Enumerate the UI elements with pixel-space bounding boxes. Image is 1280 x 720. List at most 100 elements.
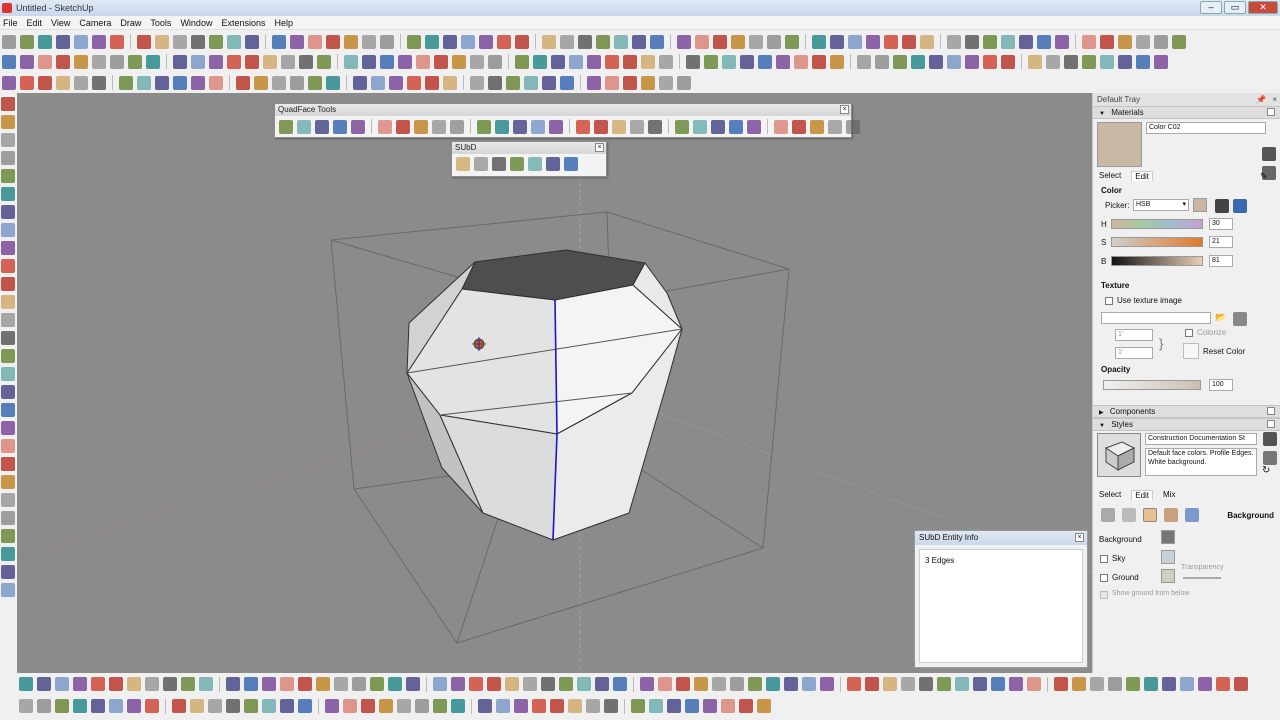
tool-icon[interactable] [388, 677, 402, 691]
tool-icon[interactable] [298, 677, 312, 691]
tool-icon[interactable] [1, 331, 15, 345]
subd-toolbar-header[interactable]: SUbD × [452, 142, 606, 154]
menu-view[interactable]: View [48, 18, 76, 28]
tool-icon[interactable] [722, 54, 736, 69]
tool-icon[interactable] [560, 34, 574, 49]
tool-icon[interactable] [92, 75, 106, 90]
browse-folder-icon[interactable]: 📂 [1215, 312, 1226, 323]
tool-icon[interactable] [443, 75, 457, 90]
tool-icon[interactable] [362, 34, 376, 49]
tool-icon[interactable] [675, 119, 689, 134]
tool-icon[interactable] [550, 699, 564, 713]
tool-icon[interactable] [470, 54, 484, 69]
tool-icon[interactable] [262, 699, 276, 713]
tool-icon[interactable] [1, 133, 15, 147]
tool-icon[interactable] [650, 34, 664, 49]
tool-icon[interactable] [587, 75, 601, 90]
tool-icon[interactable] [542, 75, 556, 90]
tool-icon[interactable] [612, 119, 626, 134]
tool-icon[interactable] [370, 677, 384, 691]
tool-icon[interactable] [414, 119, 428, 134]
tool-icon[interactable] [416, 54, 430, 69]
sky-checkbox[interactable] [1100, 555, 1108, 563]
tool-icon[interactable] [559, 677, 573, 691]
brightness-value-field[interactable]: 81 [1209, 255, 1233, 267]
tool-icon[interactable] [415, 699, 429, 713]
ground-color-swatch[interactable] [1161, 569, 1175, 583]
tool-icon[interactable] [533, 54, 547, 69]
tool-icon[interactable] [729, 119, 743, 134]
tool-icon[interactable] [604, 699, 618, 713]
tool-icon[interactable] [658, 677, 672, 691]
tool-icon[interactable] [1082, 54, 1096, 69]
tool-icon[interactable] [325, 699, 339, 713]
tool-icon[interactable] [407, 75, 421, 90]
tool-icon[interactable] [965, 34, 979, 49]
tool-icon[interactable] [209, 75, 223, 90]
tool-icon[interactable] [1064, 54, 1078, 69]
menu-window[interactable]: Window [177, 18, 218, 28]
tool-icon[interactable] [576, 119, 590, 134]
tool-icon[interactable] [1, 457, 15, 471]
tool-icon[interactable] [351, 119, 365, 134]
tool-icon[interactable] [209, 54, 223, 69]
menu-edit[interactable]: Edit [24, 18, 49, 28]
tool-icon[interactable] [290, 75, 304, 90]
tool-icon[interactable] [434, 54, 448, 69]
tool-icon[interactable] [173, 75, 187, 90]
tool-icon[interactable] [1, 223, 15, 237]
tool-icon[interactable] [848, 34, 862, 49]
tool-icon[interactable] [280, 699, 294, 713]
tool-icon[interactable] [569, 54, 583, 69]
sample-paint-icon[interactable]: ✎ [1260, 171, 1268, 182]
aspect-lock-icon[interactable]: } [1159, 336, 1163, 351]
tool-icon[interactable] [1, 151, 15, 165]
reset-color-label[interactable]: Reset Color [1203, 347, 1245, 356]
quadface-toolbar-header[interactable]: QuadFace Tools × [275, 104, 851, 116]
pin-icon[interactable]: 📌 [1256, 93, 1266, 106]
tool-icon[interactable] [1162, 677, 1176, 691]
tool-icon[interactable] [425, 34, 439, 49]
tool-icon[interactable] [531, 119, 545, 134]
picker-select[interactable]: HSB ▾ [1133, 199, 1189, 211]
modeling-settings-icon[interactable] [1185, 508, 1199, 522]
tool-icon[interactable] [469, 677, 483, 691]
tool-icon[interactable] [830, 34, 844, 49]
tool-icon[interactable] [279, 119, 293, 134]
tool-icon[interactable] [326, 75, 340, 90]
style-name-field[interactable]: Construction Documentation St [1145, 433, 1257, 445]
tool-icon[interactable] [587, 54, 601, 69]
brightness-slider[interactable] [1111, 256, 1203, 266]
tool-icon[interactable] [865, 677, 879, 691]
tool-icon[interactable] [315, 119, 329, 134]
tool-icon[interactable] [937, 677, 951, 691]
texture-width-field[interactable]: 1' [1115, 329, 1153, 341]
tool-icon[interactable] [333, 119, 347, 134]
tool-icon[interactable] [2, 54, 16, 69]
tool-icon[interactable] [56, 54, 70, 69]
tool-icon[interactable] [1, 529, 15, 543]
tool-icon[interactable] [20, 54, 34, 69]
tool-icon[interactable] [74, 75, 88, 90]
tool-icon[interactable] [749, 34, 763, 49]
tool-icon[interactable] [19, 699, 33, 713]
tool-icon[interactable] [1, 277, 15, 291]
tool-icon[interactable] [326, 34, 340, 49]
tool-icon[interactable] [1118, 34, 1132, 49]
background-color-swatch[interactable] [1161, 530, 1175, 544]
tool-icon[interactable] [352, 677, 366, 691]
tool-icon[interactable] [1, 565, 15, 579]
tool-icon[interactable] [298, 699, 312, 713]
ground-checkbox[interactable] [1100, 574, 1108, 582]
tool-icon[interactable] [731, 34, 745, 49]
tool-icon[interactable] [965, 54, 979, 69]
tool-icon[interactable] [262, 677, 276, 691]
reset-color-swatch[interactable] [1183, 343, 1199, 359]
tool-icon[interactable] [397, 699, 411, 713]
tool-icon[interactable] [704, 54, 718, 69]
tool-icon[interactable] [546, 157, 560, 171]
tool-icon[interactable] [513, 119, 527, 134]
tool-icon[interactable] [510, 157, 524, 171]
tool-icon[interactable] [119, 75, 133, 90]
tool-icon[interactable] [1037, 34, 1051, 49]
